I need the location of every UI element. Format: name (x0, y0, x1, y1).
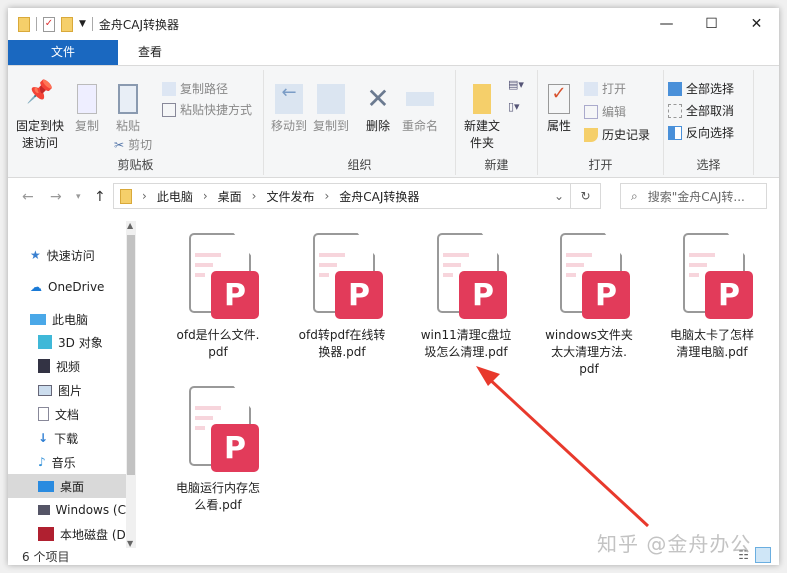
item-count: 6 个项目 (22, 550, 70, 564)
explorer-window: ✓ ▼ 金舟CAJ转换器 — ☐ ✕ 文件 主页 共享 查看 📌固定到快速访问 … (8, 8, 779, 565)
watermark: 知乎 @金舟办公 (597, 532, 752, 556)
large-icons-view-icon[interactable] (755, 547, 771, 563)
annotation-arrow (476, 366, 650, 528)
